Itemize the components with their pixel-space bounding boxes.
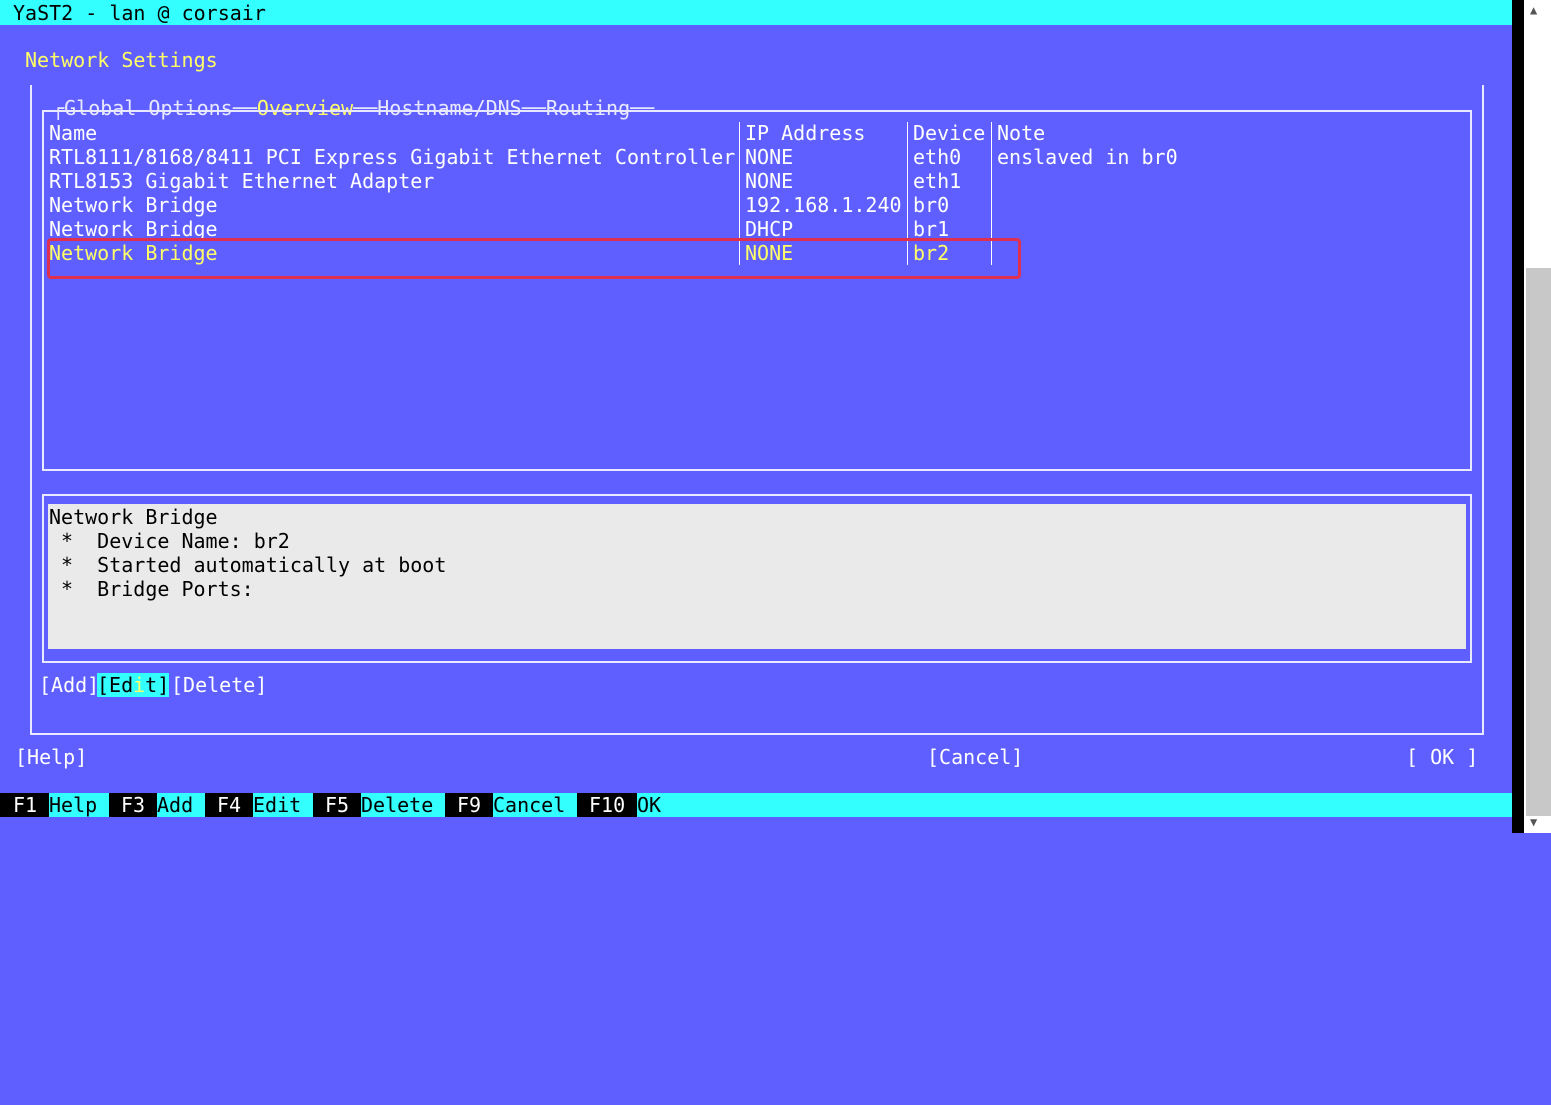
cell-note: enslaved in br0 bbox=[997, 145, 1178, 169]
window-title: YaST2 - lan @ corsair bbox=[13, 1, 266, 25]
edit-button-hotkey: i bbox=[133, 673, 146, 697]
cell-device: br0 bbox=[913, 193, 950, 217]
cell-device: eth0 bbox=[913, 145, 962, 169]
details-title: Network Bridge bbox=[49, 505, 218, 529]
scrollbar-thumb[interactable] bbox=[1526, 268, 1551, 816]
help-button[interactable]: [Help] bbox=[15, 745, 87, 769]
table-header-note[interactable]: Note bbox=[997, 121, 1045, 145]
details-line: * Device Name: br2 bbox=[49, 529, 290, 553]
fkey-ok[interactable]: OK bbox=[637, 793, 1512, 817]
fkey-f4: F4 bbox=[217, 793, 242, 817]
fkey-f5: F5 bbox=[325, 793, 350, 817]
cancel-button[interactable]: [Cancel] bbox=[927, 745, 1023, 769]
delete-button[interactable]: [Delete] bbox=[171, 673, 267, 697]
details-line: * Started automatically at boot bbox=[49, 553, 447, 577]
fkey-help[interactable]: Help bbox=[49, 793, 109, 817]
cell-name: RTL8153 Gigabit Ethernet Adapter bbox=[49, 169, 435, 193]
fkey-cancel[interactable]: Cancel bbox=[493, 793, 577, 817]
edit-button-prefix: [Ed bbox=[97, 673, 134, 697]
edit-button[interactable]: [Edit] bbox=[97, 673, 170, 697]
cell-name: RTL8111/8168/8411 PCI Express Gigabit Et… bbox=[49, 145, 736, 169]
cell-ip: NONE bbox=[745, 145, 794, 169]
scroll-up-arrow-icon[interactable]: ▲ bbox=[1530, 3, 1537, 17]
table-header-device[interactable]: Device bbox=[913, 121, 985, 145]
table-header-ip[interactable]: IP Address bbox=[745, 121, 865, 145]
fkey-f3: F3 bbox=[121, 793, 146, 817]
cell-ip: NONE bbox=[745, 169, 794, 193]
fkey-add[interactable]: Add bbox=[157, 793, 205, 817]
table-header-name[interactable]: Name bbox=[49, 121, 97, 145]
scroll-down-arrow-icon[interactable]: ▼ bbox=[1530, 815, 1537, 829]
fkey-f1: F1 bbox=[13, 793, 38, 817]
fkey-f9: F9 bbox=[457, 793, 482, 817]
edit-button-suffix: t] bbox=[145, 673, 170, 697]
details-panel: Network Bridge * Device Name: br2 * Star… bbox=[48, 504, 1466, 649]
function-key-bar: F1 Help F3 Add F4 Edit F5 Delete F9 Canc… bbox=[0, 793, 1512, 817]
ok-button[interactable]: [ OK ] bbox=[1406, 745, 1478, 769]
page-title: Network Settings bbox=[25, 48, 218, 72]
fkey-edit[interactable]: Edit bbox=[253, 793, 313, 817]
cell-name: Network Bridge bbox=[49, 193, 218, 217]
details-line: * Bridge Ports: bbox=[49, 577, 254, 601]
window-title-bar: YaST2 - lan @ corsair bbox=[0, 0, 1512, 25]
fkey-f10: F10 bbox=[589, 793, 626, 817]
add-button[interactable]: [Add] bbox=[39, 673, 99, 697]
cell-ip: 192.168.1.240 bbox=[745, 193, 902, 217]
cell-device: eth1 bbox=[913, 169, 962, 193]
fkey-delete[interactable]: Delete bbox=[361, 793, 445, 817]
selection-highlight-box bbox=[47, 238, 1021, 279]
